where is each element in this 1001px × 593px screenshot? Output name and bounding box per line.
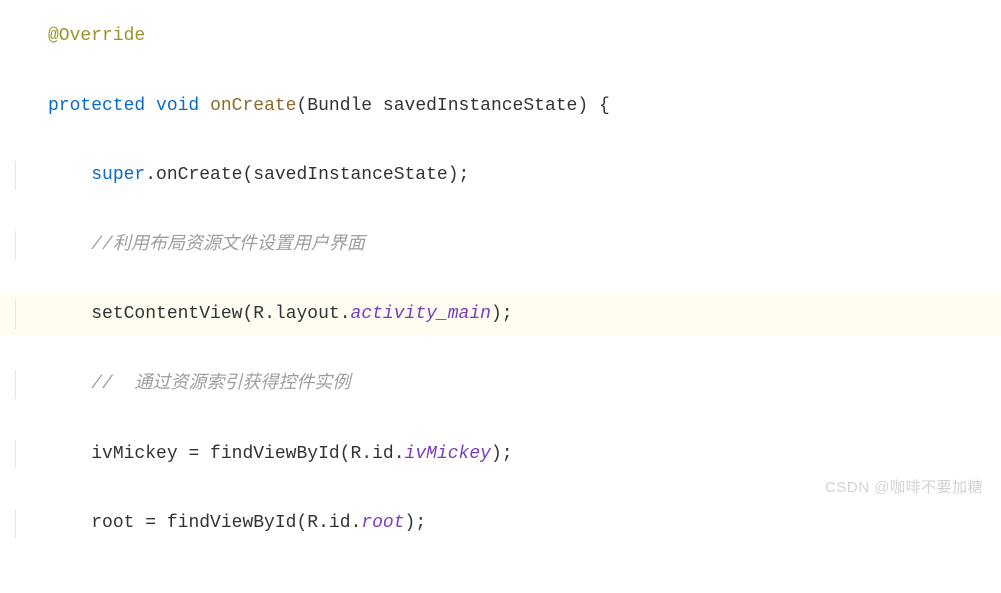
keyword-token: super bbox=[91, 165, 145, 185]
punct-token: ( bbox=[242, 304, 253, 324]
identifier-token: id bbox=[329, 513, 351, 533]
type-token: R bbox=[307, 513, 318, 533]
identifier-token: root bbox=[91, 513, 134, 533]
code-line-highlighted: setContentView(R.layout.activity_main); bbox=[0, 294, 1001, 335]
annotation-token: @Override bbox=[48, 26, 145, 46]
punct-token: ( bbox=[296, 513, 307, 533]
identifier-token: findViewById bbox=[167, 513, 297, 533]
type-token: R bbox=[350, 444, 361, 464]
comment-token: //利用布局资源文件设置用户界面 bbox=[91, 235, 365, 255]
punct-token: ( bbox=[242, 165, 253, 185]
identifier-token: layout bbox=[275, 304, 340, 324]
punct-token: ; bbox=[459, 165, 470, 185]
keyword-token: protected bbox=[48, 96, 145, 116]
field-token: ivMickey bbox=[405, 444, 491, 464]
identifier-token: savedInstanceState bbox=[253, 165, 447, 185]
punct-token: . bbox=[264, 304, 275, 324]
punct-token: . bbox=[145, 165, 156, 185]
punct-token: = bbox=[134, 513, 166, 533]
punct-token: ) bbox=[491, 444, 502, 464]
code-line: super.onCreate(savedInstanceState); bbox=[48, 155, 1001, 196]
punct-token: ) bbox=[577, 96, 588, 116]
comment-token: // 通过资源索引获得控件实例 bbox=[91, 374, 350, 394]
identifier-token: id bbox=[372, 444, 394, 464]
punct-token: ) bbox=[448, 165, 459, 185]
identifier-token: onCreate bbox=[156, 165, 242, 185]
identifier-token: findViewById bbox=[210, 444, 340, 464]
punct-token: { bbox=[588, 96, 610, 116]
keyword-token: void bbox=[156, 96, 199, 116]
punct-token: = bbox=[178, 444, 210, 464]
method-token: onCreate bbox=[210, 96, 296, 116]
type-token: R bbox=[253, 304, 264, 324]
identifier-token: savedInstanceState bbox=[383, 96, 577, 116]
punct-token: ) bbox=[491, 304, 502, 324]
code-line: protected void onCreate(Bundle savedInst… bbox=[48, 86, 1001, 127]
punct-token: . bbox=[318, 513, 329, 533]
code-line: // 通过资源索引获得控件实例 bbox=[48, 364, 1001, 405]
code-line: //利用布局资源文件设置用户界面 bbox=[48, 225, 1001, 266]
code-line: ivMickey = findViewById(R.id.ivMickey); bbox=[48, 434, 1001, 475]
type-token: Bundle bbox=[307, 96, 372, 116]
code-line: @Override bbox=[48, 16, 1001, 57]
punct-token: ; bbox=[502, 304, 513, 324]
punct-token: ( bbox=[296, 96, 307, 116]
punct-token: ) bbox=[405, 513, 416, 533]
field-token: root bbox=[361, 513, 404, 533]
identifier-token: setContentView bbox=[91, 304, 242, 324]
punct-token: . bbox=[394, 444, 405, 464]
punct-token: ; bbox=[502, 444, 513, 464]
punct-token: . bbox=[361, 444, 372, 464]
code-line: root = findViewById(R.id.root); bbox=[48, 503, 1001, 544]
punct-token: ( bbox=[340, 444, 351, 464]
punct-token: . bbox=[340, 304, 351, 324]
field-token: activity_main bbox=[351, 304, 491, 324]
identifier-token: ivMickey bbox=[91, 444, 177, 464]
code-block: @Override protected void onCreate(Bundle… bbox=[0, 0, 1001, 593]
punct-token: . bbox=[351, 513, 362, 533]
punct-token: ; bbox=[415, 513, 426, 533]
